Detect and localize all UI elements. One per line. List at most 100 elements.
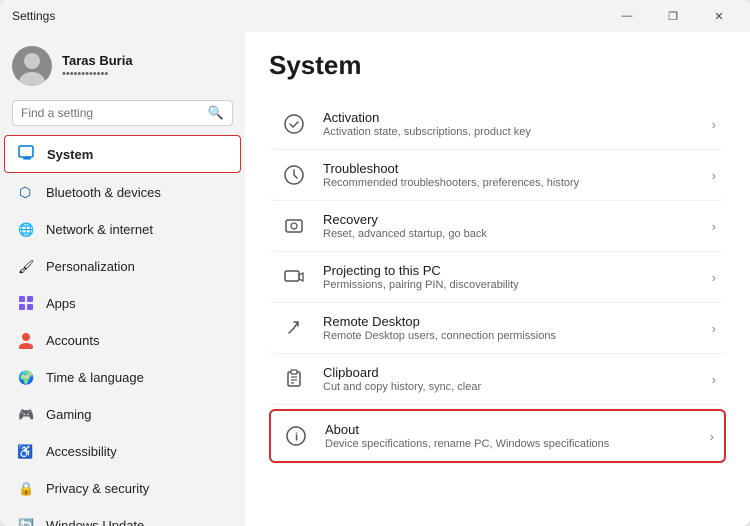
sidebar-item-system[interactable]: System (4, 135, 241, 173)
svg-text:♿: ♿ (17, 444, 33, 459)
clipboard-icon (279, 364, 309, 394)
sidebar-item-label: Personalization (46, 259, 135, 274)
user-name: Taras Buria (62, 53, 133, 68)
sidebar-item-privacy[interactable]: 🔒 Privacy & security (4, 470, 241, 506)
clipboard-chevron: › (712, 372, 716, 387)
maximize-button[interactable]: ❐ (650, 0, 696, 32)
svg-text:🖌: 🖌 (18, 259, 35, 274)
sidebar-item-label: Network & internet (46, 222, 153, 237)
search-icon: 🔍 (208, 105, 224, 121)
minimize-button[interactable]: — (604, 0, 650, 32)
sidebar-item-time[interactable]: 🌍 Time & language (4, 359, 241, 395)
titlebar-controls: — ❐ ✕ (604, 0, 742, 32)
sidebar-item-accounts[interactable]: Accounts (4, 322, 241, 358)
avatar (12, 46, 52, 86)
projecting-label: Projecting to this PC (323, 263, 698, 278)
activation-chevron: › (712, 117, 716, 132)
svg-text:i: i (295, 432, 298, 444)
accessibility-nav-icon: ♿ (16, 441, 36, 461)
projecting-chevron: › (712, 270, 716, 285)
sidebar: Taras Buria •••••••••••• 🔍 System ⬡ Blue… (0, 32, 245, 526)
sidebar-item-accessibility[interactable]: ♿ Accessibility (4, 433, 241, 469)
settings-list: Activation Activation state, subscriptio… (269, 99, 726, 467)
gaming-nav-icon: 🎮 (16, 404, 36, 424)
personalization-nav-icon: 🖌 (16, 256, 36, 276)
sidebar-item-label: Time & language (46, 370, 144, 385)
svg-text:🔒: 🔒 (18, 481, 34, 496)
about-label: About (325, 422, 696, 437)
svg-text:🌍: 🌍 (18, 370, 34, 385)
settings-item-activation[interactable]: Activation Activation state, subscriptio… (269, 99, 726, 150)
settings-window: Settings — ❐ ✕ Taras Buria •••••• (0, 0, 750, 526)
sidebar-item-label: Bluetooth & devices (46, 185, 161, 200)
user-info: Taras Buria •••••••••••• (62, 53, 133, 80)
troubleshoot-desc: Recommended troubleshooters, preferences… (323, 177, 698, 189)
close-button[interactable]: ✕ (696, 0, 742, 32)
sidebar-item-gaming[interactable]: 🎮 Gaming (4, 396, 241, 432)
sidebar-item-label: Windows Update (46, 518, 144, 526)
about-text: About Device specifications, rename PC, … (325, 422, 696, 450)
sidebar-item-label: Accessibility (46, 444, 117, 459)
about-chevron: › (710, 429, 714, 444)
svg-text:⬡: ⬡ (19, 184, 31, 200)
recovery-desc: Reset, advanced startup, go back (323, 228, 698, 240)
about-icon: i (281, 421, 311, 451)
recovery-chevron: › (712, 219, 716, 234)
accounts-nav-icon (16, 330, 36, 350)
sidebar-item-label: Accounts (46, 333, 99, 348)
settings-item-troubleshoot[interactable]: Troubleshoot Recommended troubleshooters… (269, 150, 726, 201)
content-area: Taras Buria •••••••••••• 🔍 System ⬡ Blue… (0, 32, 750, 526)
settings-item-about[interactable]: i About Device specifications, rename PC… (269, 409, 726, 463)
recovery-label: Recovery (323, 212, 698, 227)
settings-item-clipboard[interactable]: Clipboard Cut and copy history, sync, cl… (269, 354, 726, 405)
titlebar: Settings — ❐ ✕ (0, 0, 750, 32)
about-desc: Device specifications, rename PC, Window… (325, 438, 696, 450)
clipboard-label: Clipboard (323, 365, 698, 380)
activation-label: Activation (323, 110, 698, 125)
settings-item-projecting[interactable]: Projecting to this PC Permissions, pairi… (269, 252, 726, 303)
recovery-text: Recovery Reset, advanced startup, go bac… (323, 212, 698, 240)
page-title: System (269, 50, 726, 81)
projecting-desc: Permissions, pairing PIN, discoverabilit… (323, 279, 698, 291)
sidebar-item-bluetooth[interactable]: ⬡ Bluetooth & devices (4, 174, 241, 210)
sidebar-item-label: System (47, 147, 93, 162)
windows-update-nav-icon: 🔄 (16, 515, 36, 526)
recovery-icon (279, 211, 309, 241)
nav-list: System ⬡ Bluetooth & devices 🌐 Network &… (0, 134, 245, 526)
sidebar-item-personalization[interactable]: 🖌 Personalization (4, 248, 241, 284)
sidebar-item-network[interactable]: 🌐 Network & internet (4, 211, 241, 247)
svg-text:🌐: 🌐 (18, 222, 34, 237)
apps-nav-icon (16, 293, 36, 313)
settings-item-remote-desktop[interactable]: Remote Desktop Remote Desktop users, con… (269, 303, 726, 354)
settings-item-recovery[interactable]: Recovery Reset, advanced startup, go bac… (269, 201, 726, 252)
projecting-icon (279, 262, 309, 292)
sidebar-item-label: Apps (46, 296, 76, 311)
remote-desktop-desc: Remote Desktop users, connection permiss… (323, 330, 698, 342)
troubleshoot-icon (279, 160, 309, 190)
privacy-nav-icon: 🔒 (16, 478, 36, 498)
troubleshoot-text: Troubleshoot Recommended troubleshooters… (323, 161, 698, 189)
activation-icon (279, 109, 309, 139)
sidebar-item-windows-update[interactable]: 🔄 Windows Update (4, 507, 241, 526)
remote-desktop-chevron: › (712, 321, 716, 336)
time-nav-icon: 🌍 (16, 367, 36, 387)
sidebar-item-label: Gaming (46, 407, 92, 422)
search-box[interactable]: 🔍 (12, 100, 233, 126)
remote-desktop-label: Remote Desktop (323, 314, 698, 329)
activation-text: Activation Activation state, subscriptio… (323, 110, 698, 138)
clipboard-text: Clipboard Cut and copy history, sync, cl… (323, 365, 698, 393)
troubleshoot-chevron: › (712, 168, 716, 183)
user-profile[interactable]: Taras Buria •••••••••••• (0, 32, 245, 96)
remote-desktop-icon (279, 313, 309, 343)
network-nav-icon: 🌐 (16, 219, 36, 239)
search-input[interactable] (21, 106, 202, 120)
user-email: •••••••••••• (62, 68, 133, 80)
activation-desc: Activation state, subscriptions, product… (323, 126, 698, 138)
sidebar-item-label: Privacy & security (46, 481, 149, 496)
troubleshoot-label: Troubleshoot (323, 161, 698, 176)
clipboard-desc: Cut and copy history, sync, clear (323, 381, 698, 393)
remote-desktop-text: Remote Desktop Remote Desktop users, con… (323, 314, 698, 342)
svg-text:🔄: 🔄 (18, 518, 34, 526)
window-title: Settings (12, 9, 55, 23)
sidebar-item-apps[interactable]: Apps (4, 285, 241, 321)
